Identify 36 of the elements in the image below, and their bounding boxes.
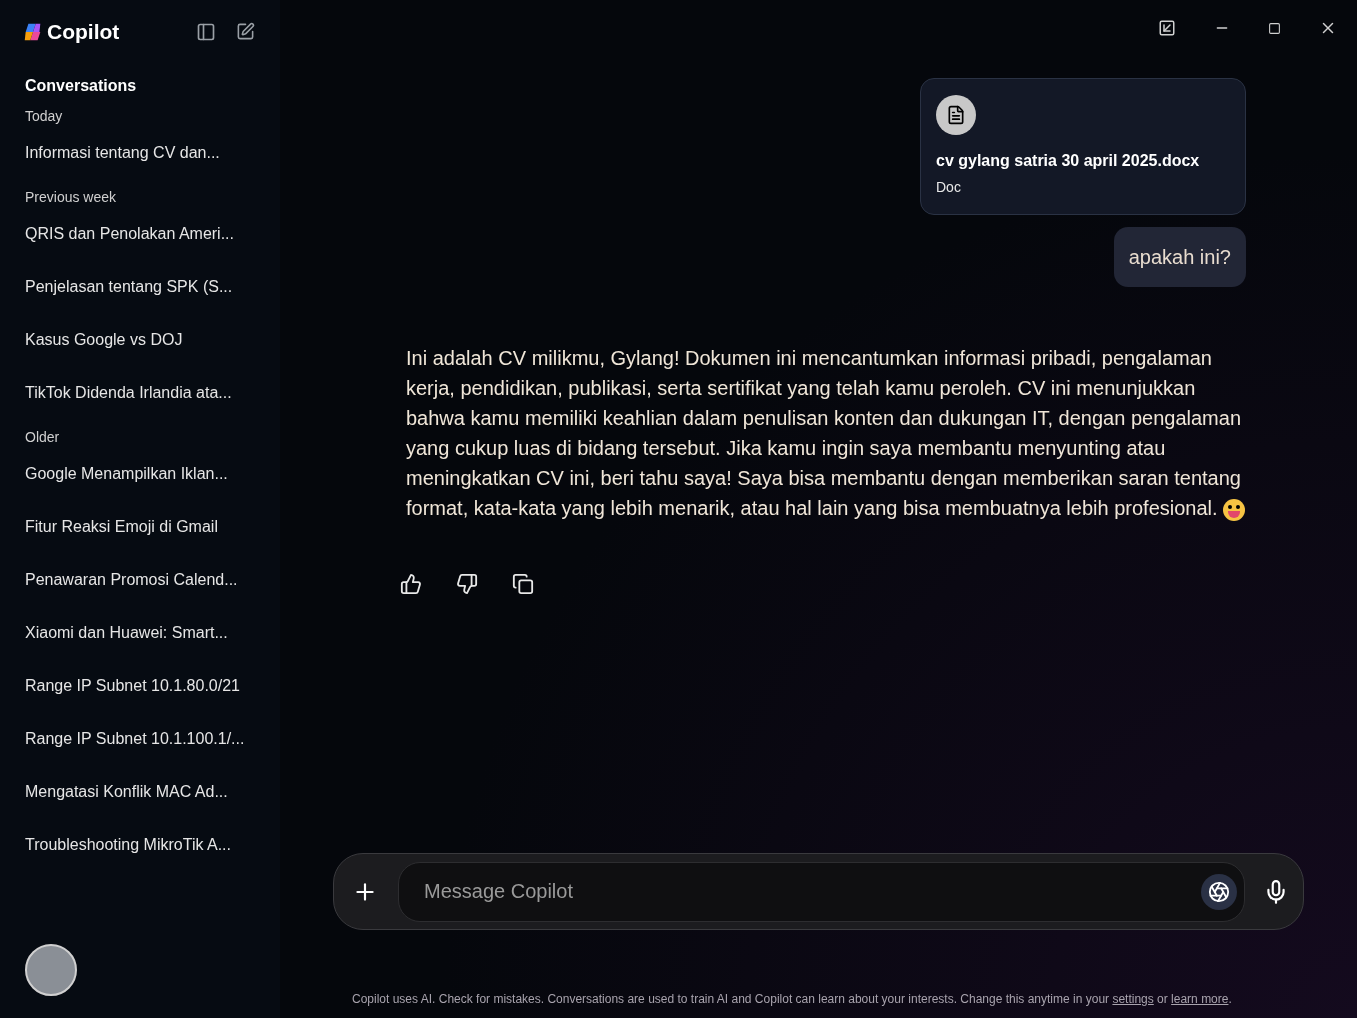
copy-icon[interactable]	[512, 573, 534, 595]
app-name: Copilot	[47, 19, 120, 45]
avatar[interactable]	[25, 944, 77, 996]
conversation-item[interactable]: Kasus Google vs DOJ	[25, 327, 255, 352]
file-type: Doc	[936, 178, 962, 197]
grinning-emoji-icon	[1223, 498, 1246, 521]
conversation-item[interactable]: Range IP Subnet 10.1.100.1/...	[25, 726, 255, 751]
conversation-item[interactable]: Fitur Reaksi Emoji di Gmail	[25, 514, 255, 539]
conversation-item[interactable]: Troubleshooting MikroTik A...	[25, 832, 255, 857]
sidebar-heading: Conversations	[25, 75, 138, 96]
maximize-icon[interactable]	[1268, 21, 1281, 35]
conversation-item[interactable]: Penawaran Promosi Calend...	[25, 567, 255, 592]
disclaimer-text: Copilot uses AI. Check for mistakes. Conversations are used to train AI and Copilot can learn about your interests. Change this anytime in your settings or learn more.	[351, 991, 1233, 1008]
conversation-item[interactable]: TikTok Didenda Irlandia ata...	[25, 380, 255, 405]
conversation-item[interactable]: Informasi tentang CV dan...	[25, 140, 255, 165]
thumbs-down-icon[interactable]	[456, 573, 478, 595]
conversation-item[interactable]: QRIS dan Penolakan Ameri...	[25, 221, 255, 246]
message-input[interactable]: Message Copilot	[398, 861, 1245, 922]
group-label: Previous week	[25, 187, 118, 207]
conversation-item[interactable]: Xiaomi dan Huawei: Smart...	[25, 620, 255, 645]
conversation-item[interactable]: Penjelasan tentang SPK (S...	[25, 274, 255, 299]
new-chat-icon[interactable]	[236, 22, 255, 42]
conversation-item[interactable]: Mengatasi Konflik MAC Ad...	[25, 779, 255, 804]
sidebar-toggle-icon[interactable]	[196, 21, 216, 42]
settings-link[interactable]: settings	[1112, 992, 1154, 1006]
document-icon	[936, 95, 976, 135]
thumbs-up-icon[interactable]	[400, 573, 422, 595]
pop-out-icon[interactable]	[1158, 19, 1176, 37]
group-label: Older	[25, 427, 61, 447]
conversation-item[interactable]: Range IP Subnet 10.1.80.0/21	[25, 673, 255, 698]
assistant-message: Ini adalah CV milikmu, Gylang! Dokumen ini mencantumkan informasi pribadi, pengalaman kerja, pendidikan, publikasi, serta sertifikat yang telah kamu peroleh. CV ini menunjukkan bahwa kamu memiliki keahlian dalam penulisan konten dan dukungan IT, dengan pengalaman yang cukup luas di bidang tersebut. Jika kamu ingin saya membantu menyunting atau meningkatkan CV ini, beri tahu saya! Saya bisa membantu dengan memberikan saran tentang format, kata-kata yang lebih menarik, atau hal lain yang bisa membuatnya lebih profesional.	[406, 343, 1246, 523]
conversation-item[interactable]: Google Menampilkan Iklan...	[25, 461, 255, 486]
file-attachment-card[interactable]: cv gylang satria 30 april 2025.docx Doc	[920, 78, 1246, 215]
group-label: Today	[25, 106, 64, 126]
user-message: apakah ini?	[1113, 227, 1246, 287]
file-name: cv gylang satria 30 april 2025.docx	[936, 151, 1201, 171]
